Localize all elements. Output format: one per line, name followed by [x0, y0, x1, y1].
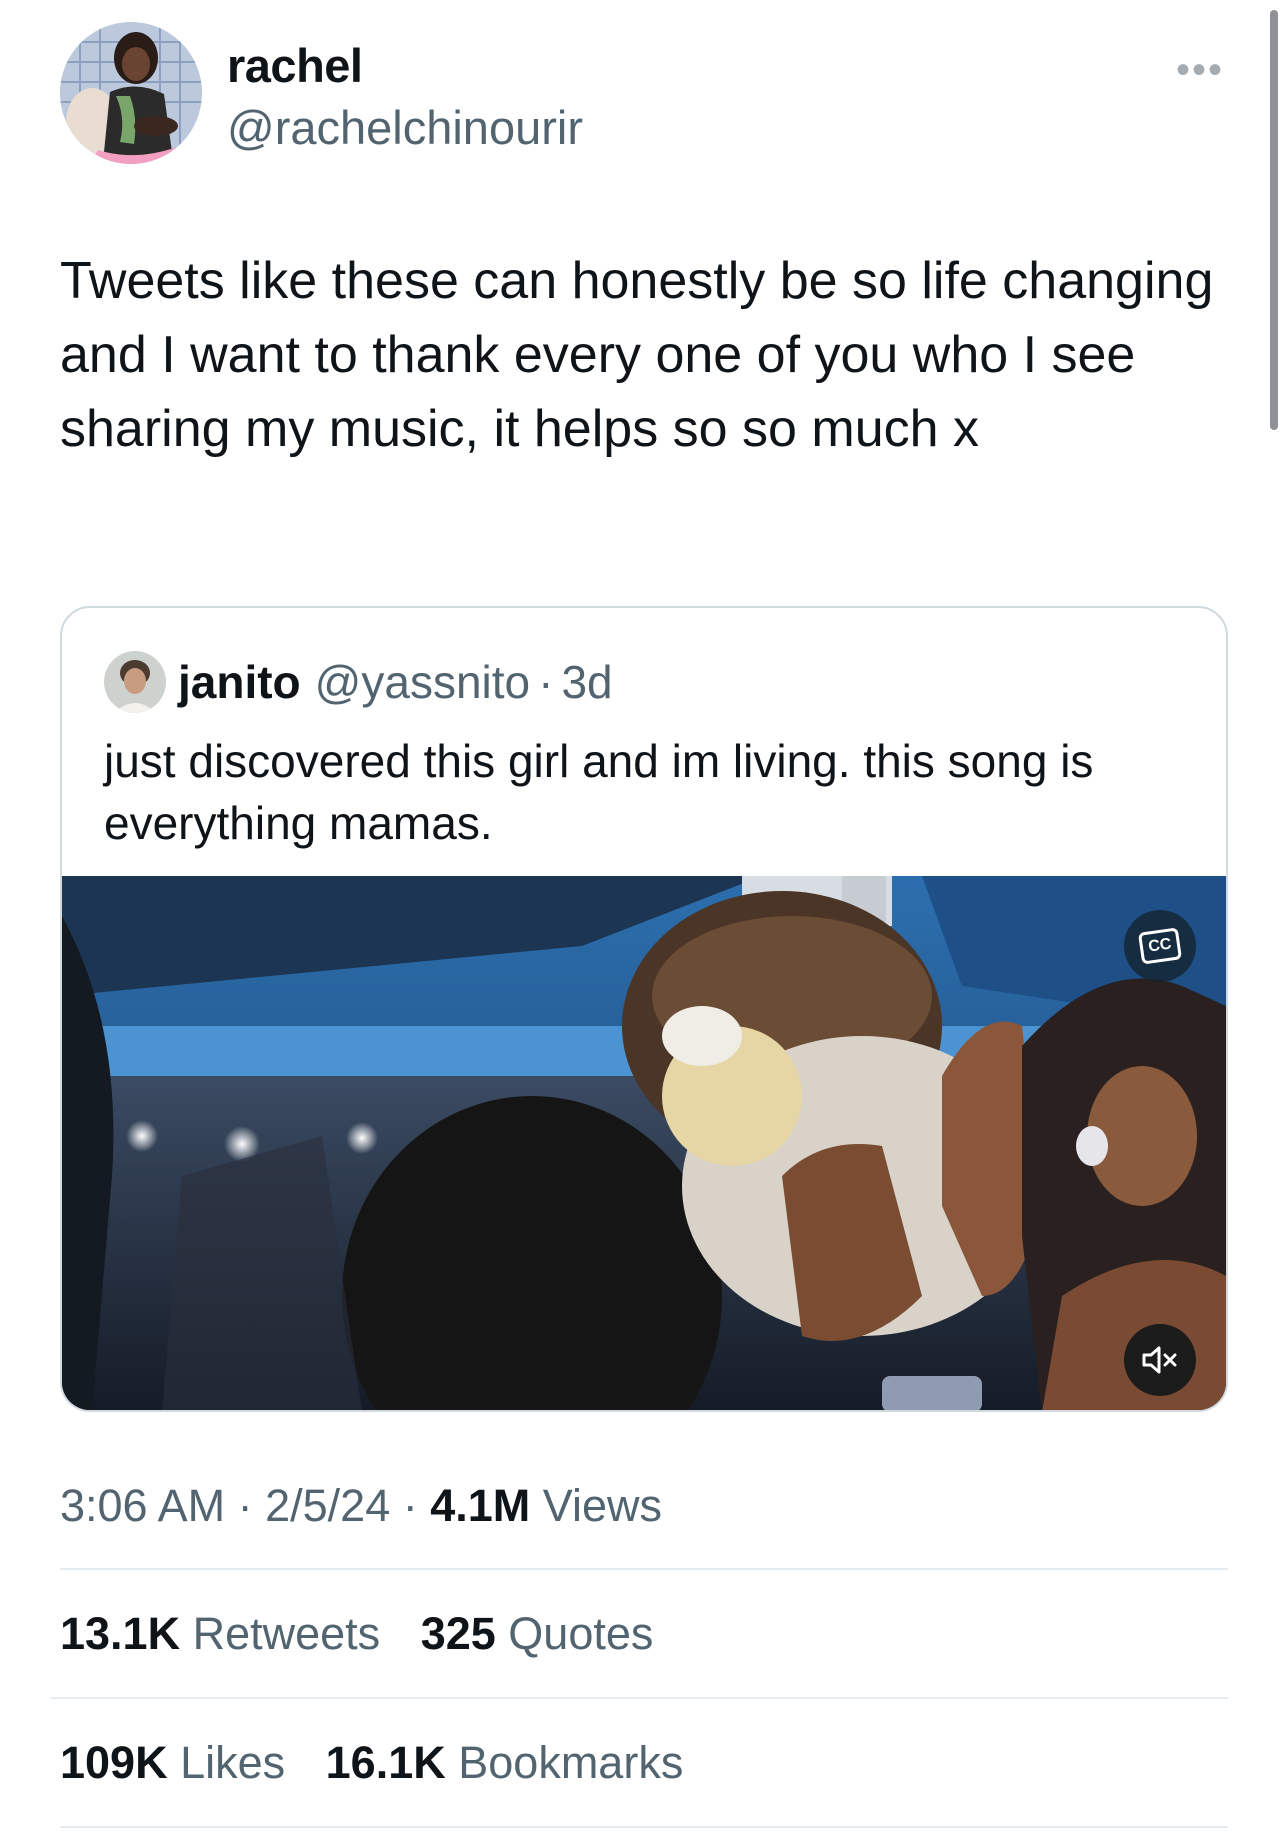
- separator-dot: ·: [225, 1480, 266, 1531]
- author-handle[interactable]: @rachelchinourir: [227, 100, 583, 155]
- tweet-text: Tweets like these can honestly be so lif…: [60, 252, 1228, 458]
- tweet-metadata: 3:06 AM · 2/5/24 · 4.1M Views: [60, 1480, 662, 1532]
- video-frame: [62, 876, 1226, 1410]
- divider: [60, 1568, 1228, 1570]
- separator-dot: ·: [538, 656, 554, 708]
- bookmarks-stat[interactable]: 16.1K Bookmarks: [326, 1737, 684, 1788]
- more-horizontal-icon[interactable]: •••: [1176, 50, 1224, 90]
- views-count: 4.1M: [430, 1480, 531, 1531]
- tweet-header: rachel @rachelchinourir •••: [60, 22, 1230, 167]
- quoted-author-display-name: janito: [178, 656, 301, 708]
- views-label: Views: [530, 1480, 663, 1531]
- quoted-tweet-card[interactable]: janito @yassnito · 3d just discovered th…: [60, 606, 1228, 1412]
- quoted-author-avatar: [104, 651, 166, 713]
- quoted-tweet-header: janito @yassnito · 3d: [104, 650, 613, 714]
- tweet-date[interactable]: 2/5/24: [265, 1480, 390, 1531]
- divider: [50, 1697, 1228, 1699]
- separator-dot: ·: [390, 1480, 431, 1531]
- quoted-author-handle: @yassnito: [314, 656, 531, 708]
- tweet-time[interactable]: 3:06 AM: [60, 1480, 225, 1531]
- divider: [60, 1826, 1228, 1828]
- quoted-video[interactable]: CC: [62, 876, 1226, 1410]
- stats-row-likes: 109K Likes 16.1K Bookmarks: [60, 1737, 711, 1789]
- quotes-stat[interactable]: 325 Quotes: [421, 1608, 654, 1659]
- scrollbar[interactable]: [1270, 10, 1278, 430]
- stats-row-engagement: 13.1K Retweets 325 Quotes: [60, 1608, 681, 1660]
- volume-muted-icon[interactable]: [1124, 1324, 1196, 1396]
- author-display-name[interactable]: rachel: [227, 38, 363, 93]
- quoted-tweet-text: just discovered this girl and im living.…: [104, 735, 1094, 849]
- retweets-stat[interactable]: 13.1K Retweets: [60, 1608, 380, 1659]
- closed-captions-icon[interactable]: CC: [1124, 910, 1196, 982]
- likes-stat[interactable]: 109K Likes: [60, 1737, 285, 1788]
- author-avatar[interactable]: [60, 22, 202, 164]
- quoted-tweet-time: 3d: [561, 656, 613, 708]
